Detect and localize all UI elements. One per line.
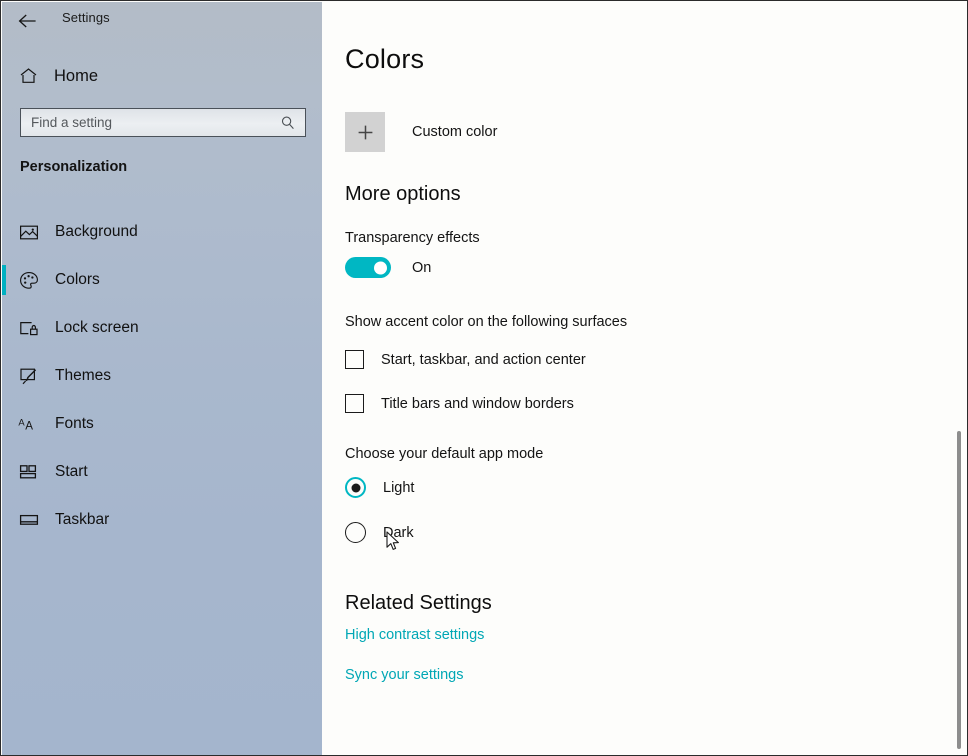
back-arrow-icon[interactable] — [10, 6, 44, 36]
transparency-toggle-row: On — [345, 257, 431, 278]
checkbox-icon[interactable] — [345, 350, 364, 369]
taskbar-icon — [18, 509, 40, 531]
palette-icon — [18, 269, 40, 291]
sidebar-item-start[interactable]: Start — [2, 448, 322, 496]
home-icon — [18, 66, 38, 86]
sidebar-item-colors-label: Colors — [55, 271, 100, 288]
transparency-effects-label: Transparency effects — [345, 230, 480, 246]
checkbox-label: Start, taskbar, and action center — [381, 351, 586, 368]
radio-app-mode-light[interactable]: Light — [345, 477, 414, 498]
sidebar-item-colors[interactable]: Colors — [2, 256, 322, 304]
settings-window: Settings Home Find a setting Personaliza… — [0, 0, 968, 756]
transparency-state-label: On — [412, 259, 432, 276]
sidebar-item-lock-screen-label: Lock screen — [55, 319, 139, 336]
main-content: Colors Custom color More options Transpa… — [322, 2, 967, 755]
link-high-contrast-settings[interactable]: High contrast settings — [345, 627, 484, 643]
image-icon — [18, 221, 40, 243]
sidebar-category-title: Personalization — [20, 159, 128, 175]
search-input[interactable]: Find a setting — [20, 108, 306, 137]
page-title: Colors — [345, 44, 425, 74]
scrollbar-thumb[interactable] — [957, 431, 961, 749]
radio-app-mode-dark[interactable]: Dark — [345, 522, 414, 543]
radio-label: Light — [383, 479, 415, 496]
sidebar-item-taskbar-label: Taskbar — [55, 511, 110, 528]
fonts-aa-icon: A A — [18, 413, 40, 435]
sidebar: Settings Home Find a setting Personaliza… — [2, 2, 322, 755]
sidebar-item-home[interactable]: Home — [2, 58, 322, 94]
search-icon[interactable] — [280, 115, 296, 131]
toggle-knob — [374, 261, 387, 274]
transparency-toggle[interactable] — [345, 257, 391, 278]
plus-icon[interactable] — [345, 112, 385, 152]
related-settings-heading: Related Settings — [345, 592, 492, 614]
custom-color-label: Custom color — [412, 124, 498, 140]
radio-icon[interactable] — [345, 477, 366, 498]
search-placeholder: Find a setting — [31, 115, 113, 130]
radio-label: Dark — [383, 524, 414, 541]
radio-icon[interactable] — [345, 522, 366, 543]
sidebar-item-background-label: Background — [55, 223, 138, 240]
lock-screen-icon — [18, 317, 40, 339]
sidebar-item-start-label: Start — [55, 463, 88, 480]
accent-surfaces-label: Show accent color on the following surfa… — [345, 314, 628, 330]
scrollbar-track[interactable] — [954, 3, 966, 755]
sidebar-item-lock-screen[interactable]: Lock screen — [2, 304, 322, 352]
svg-text:A: A — [25, 419, 33, 432]
sidebar-item-fonts[interactable]: A A Fonts — [2, 400, 322, 448]
checkbox-icon[interactable] — [345, 394, 364, 413]
link-sync-your-settings[interactable]: Sync your settings — [345, 667, 463, 683]
start-tiles-icon — [18, 461, 40, 483]
custom-color-button[interactable]: Custom color — [345, 112, 497, 152]
sidebar-item-fonts-label: Fonts — [55, 415, 94, 432]
more-options-heading: More options — [345, 183, 461, 205]
titlebar-left-region: Settings — [2, 2, 322, 38]
window-title: Settings — [62, 10, 110, 25]
checkbox-title-bars-window-borders[interactable]: Title bars and window borders — [345, 394, 574, 413]
themes-brush-icon — [18, 365, 40, 387]
sidebar-nav-list: Background Colors Lock screen Themes A A… — [2, 208, 322, 544]
sidebar-item-taskbar[interactable]: Taskbar — [2, 496, 322, 544]
checkbox-start-taskbar-action-center[interactable]: Start, taskbar, and action center — [345, 350, 586, 369]
checkbox-label: Title bars and window borders — [381, 395, 574, 412]
app-mode-label: Choose your default app mode — [345, 446, 544, 462]
sidebar-item-background[interactable]: Background — [2, 208, 322, 256]
sidebar-item-themes-label: Themes — [55, 367, 111, 384]
sidebar-item-themes[interactable]: Themes — [2, 352, 322, 400]
sidebar-item-home-label: Home — [54, 66, 99, 85]
